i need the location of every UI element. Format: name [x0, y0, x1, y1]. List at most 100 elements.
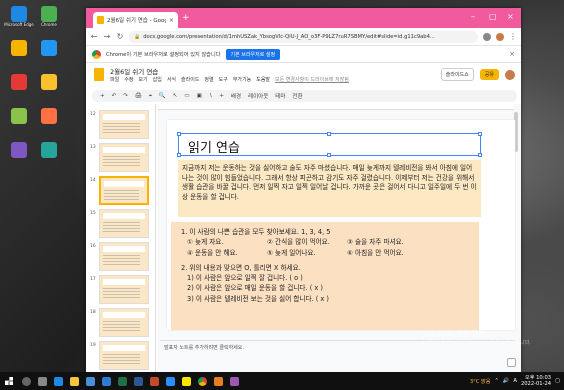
taskbar-app-icon[interactable] — [211, 374, 225, 388]
avatar[interactable] — [505, 69, 515, 80]
toolbar-button[interactable]: ⌖ — [149, 93, 152, 100]
toolbar-button[interactable]: ▣ — [197, 93, 202, 99]
slide-thumbnail[interactable] — [99, 176, 149, 205]
speaker-icon[interactable]: 🔊 — [503, 378, 509, 384]
ime-indicator[interactable]: A — [513, 378, 517, 384]
taskbar-excel-icon[interactable] — [115, 374, 129, 388]
toolbar-button[interactable]: ∖ — [209, 93, 213, 99]
share-button[interactable]: 공유 — [479, 69, 499, 80]
slide-thumbnail[interactable] — [99, 143, 149, 172]
toolbar-button[interactable]: 🖨 — [135, 93, 142, 99]
slides-logo-icon[interactable] — [94, 68, 104, 81]
resize-handle[interactable] — [327, 132, 331, 136]
close-window-icon[interactable]: × — [507, 12, 514, 21]
network-icon[interactable]: ⌃ — [495, 378, 499, 384]
weather-widget[interactable]: 3°C 맑음 — [470, 378, 491, 385]
menu-item[interactable]: 도구 — [219, 76, 228, 83]
desktop-shortcut[interactable] — [4, 40, 34, 56]
toolbar-button[interactable]: ↷ — [123, 93, 128, 99]
resize-handle[interactable] — [478, 153, 482, 157]
document-title[interactable]: 2월6일 쉬기 연습 — [110, 66, 158, 76]
menu-item[interactable]: 수정 — [124, 76, 133, 83]
extension-icon[interactable] — [483, 32, 491, 41]
slide-thumbnail[interactable] — [99, 308, 149, 337]
menu-item[interactable]: 슬라이드 — [181, 76, 199, 83]
reading-passage[interactable]: 지금까지 저는 운동하는 것을 싫어하고 술도 자주 마셨습니다. 매일 늦게까… — [178, 160, 481, 217]
notification-icon[interactable]: ▢ — [555, 378, 560, 384]
toolbar-button[interactable]: 전환 — [292, 92, 302, 100]
taskbar-chrome-icon[interactable] — [195, 374, 209, 388]
menu-item[interactable]: 도움말 — [256, 76, 270, 83]
forward-icon[interactable]: → — [103, 32, 111, 41]
desktop-shortcut[interactable] — [34, 74, 64, 90]
resize-handle[interactable] — [478, 132, 482, 136]
taskbar-word-icon[interactable] — [131, 374, 145, 388]
desktop-shortcut[interactable] — [4, 142, 34, 158]
slide-thumbnail[interactable] — [99, 275, 149, 304]
set-default-button[interactable]: 기본 브라우저로 설정 — [225, 48, 281, 60]
menu-item[interactable]: 정렬 — [204, 76, 213, 83]
explore-icon[interactable] — [507, 358, 516, 367]
toolbar-button[interactable]: 배경 — [231, 92, 241, 100]
desktop-shortcut[interactable] — [4, 74, 34, 90]
maximize-icon[interactable]: ▢ — [489, 12, 497, 21]
taskbar-mail-icon[interactable] — [99, 374, 113, 388]
taskbar-edge-icon[interactable] — [51, 374, 65, 388]
reload-icon[interactable]: ↻ — [116, 32, 124, 41]
toolbar-button[interactable]: ↖ — [173, 93, 178, 99]
tab-slides[interactable]: 2월6일 쉬기 연습 - Google Slides × — [93, 12, 178, 28]
toolbar-button[interactable]: + — [100, 93, 105, 99]
thumbnail-title — [103, 345, 145, 351]
toolbar-button[interactable]: ▭ — [184, 93, 189, 99]
slideshow-button[interactable]: 슬라이드쇼 — [440, 68, 474, 81]
taskbar-taskview-icon[interactable] — [35, 374, 49, 388]
resize-handle[interactable] — [327, 153, 331, 157]
toolbar-button[interactable]: 테마 — [275, 92, 285, 100]
new-tab-button[interactable]: + — [182, 13, 190, 23]
question-1-option: ④ 운동을 안 해요. — [187, 248, 238, 257]
toolbar-button[interactable]: + — [219, 93, 224, 99]
taskbar-search-icon[interactable] — [19, 374, 33, 388]
close-tab-icon[interactable]: × — [169, 17, 174, 24]
question-box[interactable]: 1. 이 사람의 나쁜 습관을 모두 찾아보세요. 1, 3, 4, 5 ① 늦… — [171, 222, 479, 330]
slide-thumbnail[interactable] — [99, 341, 149, 370]
minimize-icon[interactable]: – — [471, 12, 475, 21]
start-button[interactable] — [0, 372, 18, 390]
slide-thumbnail[interactable] — [99, 209, 149, 238]
slide-thumbnail[interactable] — [99, 242, 149, 271]
thumbnail-text — [103, 288, 140, 298]
thumbnail-text — [104, 190, 139, 200]
back-icon[interactable]: ← — [90, 32, 98, 41]
desktop-shortcut[interactable] — [34, 40, 64, 56]
profile-icon[interactable] — [496, 32, 504, 41]
toolbar-button[interactable]: ↶ — [112, 93, 117, 99]
taskbar-store-icon[interactable] — [83, 374, 97, 388]
taskbar-powerpoint-icon[interactable] — [147, 374, 161, 388]
address-bar[interactable]: 🔒 docs.google.com/presentation/d/1mhUSZa… — [129, 30, 478, 43]
desktop-shortcut[interactable] — [34, 108, 64, 124]
resize-handle[interactable] — [177, 153, 181, 157]
menu-item[interactable]: 보기 — [138, 76, 147, 83]
title-textbox[interactable]: 읽기 연습 — [177, 132, 482, 157]
close-infobar-icon[interactable]: × — [509, 50, 515, 58]
taskbar-explorer-icon[interactable] — [67, 374, 81, 388]
toolbar-button[interactable]: 레이아웃 — [248, 92, 268, 100]
taskbar-kakao-icon[interactable] — [179, 374, 193, 388]
menu-item[interactable]: 삽입 — [153, 76, 162, 83]
toolbar-button[interactable]: 🔍 — [159, 93, 166, 99]
desktop-shortcut[interactable]: Chrome — [34, 6, 64, 27]
clock[interactable]: 오후 10:03 2022-01-24 — [521, 375, 551, 387]
menu-item[interactable]: 서식 — [167, 76, 176, 83]
desktop-shortcut[interactable] — [34, 142, 64, 158]
menu-icon[interactable]: ⋮ — [509, 32, 517, 41]
taskbar-app-icon[interactable] — [227, 374, 241, 388]
save-status[interactable]: 모든 변경사항이 드라이브에 저장됨 — [275, 76, 349, 83]
menu-item[interactable]: 파일 — [110, 76, 119, 83]
desktop-shortcut[interactable] — [4, 108, 34, 124]
thumbnail-text — [103, 222, 140, 232]
desktop-shortcut[interactable]: Microsoft Edge — [4, 6, 34, 27]
resize-handle[interactable] — [177, 132, 181, 136]
taskbar-zoom-icon[interactable] — [163, 374, 177, 388]
menu-item[interactable]: 부가기능 — [233, 76, 251, 83]
slide-thumbnail[interactable] — [99, 110, 149, 139]
